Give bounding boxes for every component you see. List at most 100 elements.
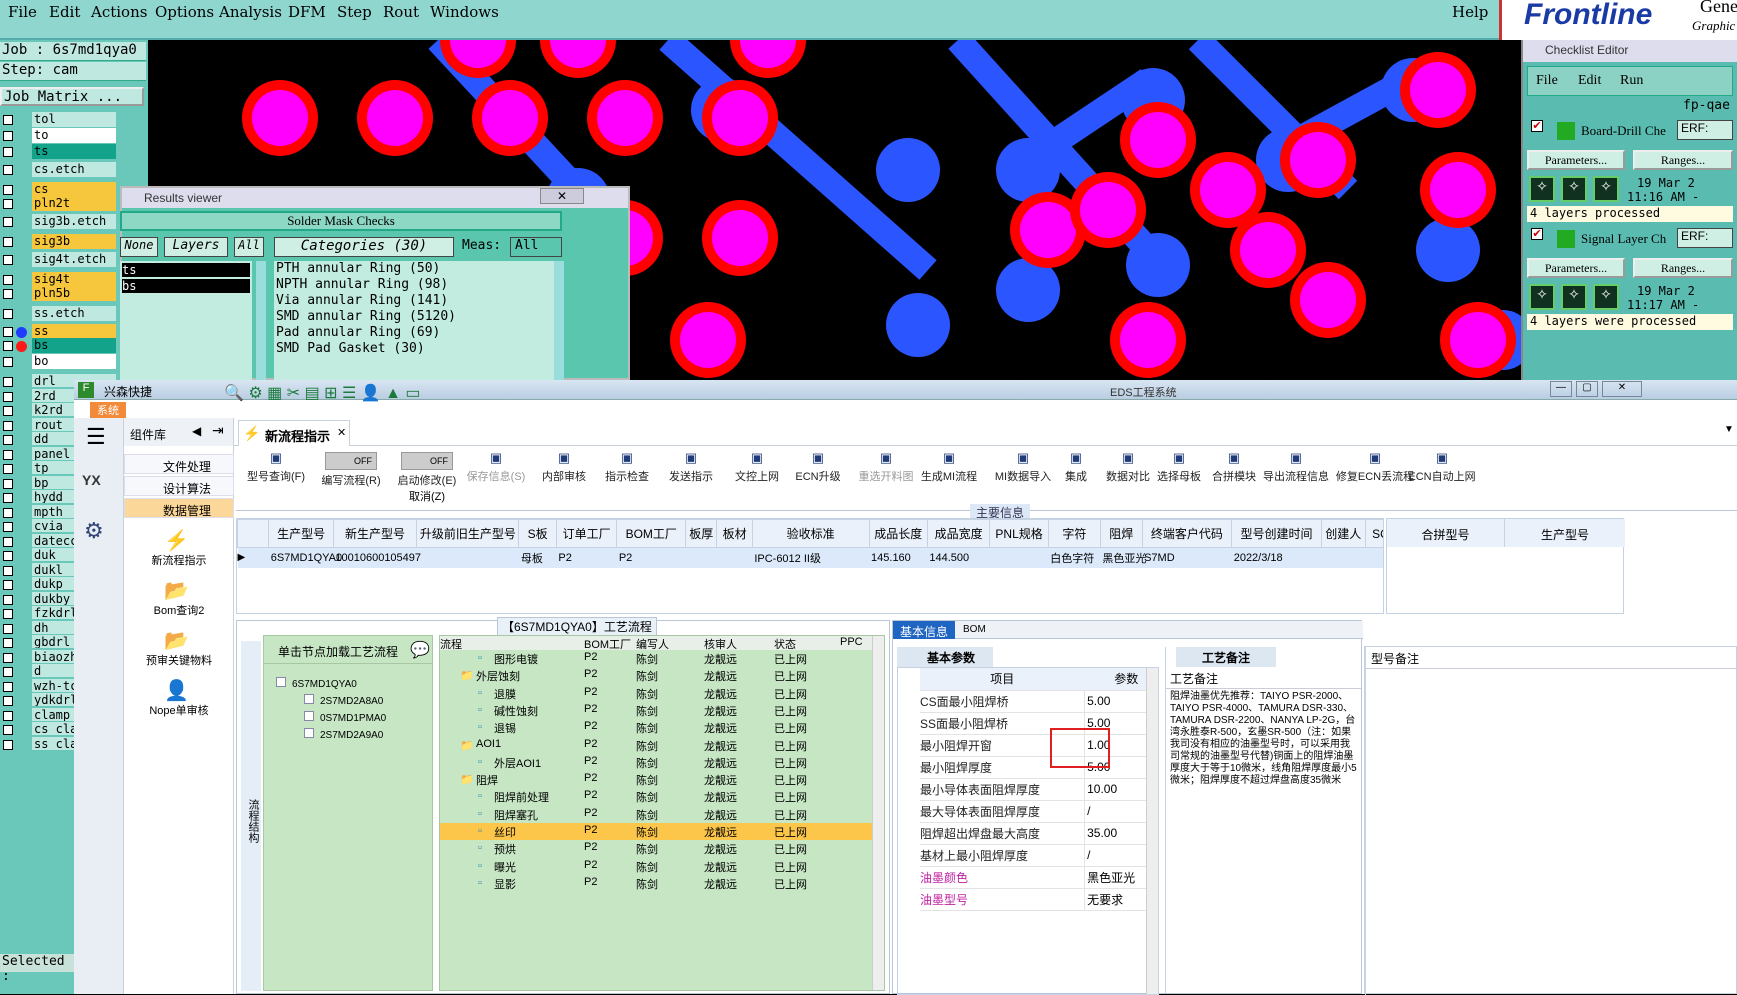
grid-cell[interactable]: S7MD <box>1142 548 1232 568</box>
param-row[interactable]: 最大导体表面阻焊厚度 / <box>920 800 1158 823</box>
layer-name[interactable]: sig3b.etch <box>32 214 116 229</box>
grid-cell[interactable] <box>417 548 519 568</box>
toolbar-button[interactable]: ▣ 集成 <box>1062 446 1090 508</box>
layers-button[interactable]: Layers <box>164 237 228 257</box>
check-category-item[interactable]: PTH annular Ring (50) <box>276 261 554 277</box>
tree-node[interactable]: 2S7MD2A9A0 <box>304 727 383 746</box>
menu-rout[interactable]: Rout <box>383 3 419 21</box>
grid-cell[interactable]: P2 <box>617 548 686 568</box>
layer-checkbox[interactable] <box>3 289 13 299</box>
checklist-item-name[interactable]: Board-Drill Che <box>1581 123 1681 139</box>
layer-checkbox[interactable] <box>3 357 13 367</box>
grid-cell[interactable] <box>686 548 717 568</box>
menu-windows[interactable]: Windows <box>430 3 499 21</box>
layer-name[interactable]: sig3b <box>32 234 116 249</box>
layer-checkbox[interactable] <box>3 623 13 634</box>
process-row[interactable]: ▫ 阻焊塞孔 P2 陈剑 龙靓远 已上网 <box>440 806 872 823</box>
layer-checkbox[interactable] <box>3 667 13 677</box>
layer-checkbox[interactable] <box>3 536 13 547</box>
layer-checkbox[interactable] <box>3 652 13 663</box>
layer-name[interactable]: to <box>32 128 116 143</box>
system-menu[interactable]: 系统 <box>90 402 126 418</box>
layer-checkbox[interactable] <box>3 185 13 195</box>
layer-checkbox[interactable] <box>3 309 13 319</box>
process-row[interactable]: ▫ 图形电镀 P2 陈剑 龙靓远 已上网 <box>440 650 872 667</box>
toolbar-button[interactable]: OFF 编写流程(R) <box>314 446 388 508</box>
toolbar-button[interactable]: ▣ ECN自动上网 <box>1406 446 1478 508</box>
layer-checkbox[interactable] <box>3 449 13 460</box>
layer-row[interactable]: tol <box>0 112 148 128</box>
layer-checkbox[interactable] <box>3 681 13 692</box>
menu-help[interactable]: Help <box>1452 3 1488 21</box>
scrollbar[interactable] <box>554 261 564 381</box>
chevron-down-icon[interactable]: ▼ <box>1724 424 1734 435</box>
layer-checkbox[interactable] <box>3 115 13 125</box>
process-note-tab[interactable]: 工艺备注 <box>1176 647 1276 667</box>
grid-cell[interactable]: 6S7MD1QYA0 <box>269 548 342 568</box>
check-category-item[interactable]: SMD Pad Gasket (30) <box>276 341 554 357</box>
pin-icon[interactable]: ⇥ <box>212 422 224 439</box>
check-category-item[interactable]: NPTH annular Ring (98) <box>276 277 554 293</box>
param-row[interactable]: 阻焊超出焊盘最大高度 35.00 <box>920 822 1158 845</box>
layer-checkbox[interactable] <box>3 377 13 387</box>
parameters-button[interactable]: Parameters... <box>1527 258 1625 278</box>
tab-basic-info[interactable]: 基本信息 <box>893 621 955 639</box>
toolbar-button[interactable]: ▣ MI数据导入 <box>988 446 1058 508</box>
toolbar-button[interactable]: ▣ 文控上网 <box>728 446 786 508</box>
layer-checkbox[interactable] <box>3 435 13 445</box>
parameters-button[interactable]: Parameters... <box>1527 150 1625 170</box>
toolbar-button[interactable]: ▣ 合拼模块 <box>1208 446 1260 508</box>
run-icon[interactable]: ✧ <box>1561 284 1587 310</box>
scrollbar[interactable] <box>256 261 266 381</box>
scrollbar[interactable] <box>872 636 884 990</box>
menu-edit[interactable]: Edit <box>49 3 80 21</box>
tree-checkbox[interactable] <box>304 728 314 738</box>
layer-checkbox[interactable] <box>3 237 13 247</box>
layer-checkbox[interactable] <box>3 551 13 561</box>
layer-checkbox[interactable] <box>3 275 13 285</box>
layer-checkbox[interactable] <box>3 147 13 157</box>
layer-checkbox[interactable] <box>3 609 13 619</box>
process-row[interactable]: 📁 外层蚀刻 P2 陈剑 龙靓远 已上网 <box>440 667 872 684</box>
check-category-item[interactable]: Pad annular Ring (69) <box>276 325 554 341</box>
toggle-switch[interactable]: OFF <box>325 452 377 470</box>
param-row[interactable]: 油墨颜色 黑色亚光 <box>920 866 1158 889</box>
layer-checkbox[interactable] <box>3 420 13 431</box>
toggle-switch[interactable]: OFF <box>401 452 453 470</box>
param-row[interactable]: 最小阻焊厚度 5.00 <box>920 756 1158 779</box>
sidenav-item[interactable]: 文件处理 <box>124 454 234 474</box>
grid-cell[interactable]: 黑色亚光 <box>1100 548 1146 568</box>
menu-file[interactable]: File <box>8 3 37 21</box>
run-icon[interactable]: ✧ <box>1529 176 1555 202</box>
sidenav-item[interactable]: 数据管理 <box>124 498 234 518</box>
layer-checkbox[interactable] <box>3 580 13 590</box>
layer-name[interactable]: pln5b <box>32 286 116 301</box>
layer-name[interactable]: pln2t <box>32 196 116 211</box>
categories-button[interactable]: Categories (30) <box>274 237 454 257</box>
process-row[interactable]: ▫ 阻焊前处理 P2 陈剑 龙靓远 已上网 <box>440 788 872 805</box>
process-row[interactable]: ▫ 预烘 P2 陈剑 龙靓远 已上网 <box>440 840 872 857</box>
layer-checkbox[interactable] <box>3 406 13 416</box>
module-item[interactable]: 预审关键物料 <box>124 652 234 668</box>
tree-checkbox[interactable] <box>276 677 286 687</box>
checklist-menu-run[interactable]: Run <box>1620 73 1643 89</box>
run-icon[interactable]: ✧ <box>1593 284 1619 310</box>
param-row[interactable]: SS面最小阻焊桥 5.00 <box>920 712 1158 735</box>
basic-params-tab[interactable]: 基本参数 <box>897 647 993 667</box>
process-row[interactable]: ▫ 碱性蚀刻 P2 陈剑 龙靓远 已上网 <box>440 702 872 719</box>
tab-new-flow[interactable]: 新流程指示 <box>265 426 330 445</box>
ranges-button[interactable]: Ranges... <box>1633 258 1733 278</box>
param-row[interactable]: 最小阻焊开窗 1.00 <box>920 734 1158 757</box>
layer-checkbox[interactable] <box>3 522 13 532</box>
param-row[interactable]: CS面最小阻焊桥 5.00 <box>920 690 1158 713</box>
layer-checkbox[interactable] <box>3 507 13 518</box>
toolbar-button[interactable]: ▣ 选择母板 <box>1152 446 1206 508</box>
toolbar-button[interactable]: ▣ 导出流程信息 <box>1262 446 1330 508</box>
run-icon[interactable]: ✧ <box>1593 176 1619 202</box>
param-row[interactable]: 最小导体表面阻焊厚度 10.00 <box>920 778 1158 801</box>
layer-name[interactable]: tol <box>32 112 116 127</box>
param-row[interactable]: 基材上最小阻焊厚度 / <box>920 844 1158 867</box>
menu-analysis[interactable]: Analysis <box>219 3 282 21</box>
close-icon[interactable]: ✕ <box>540 188 584 204</box>
layer-checkbox[interactable] <box>3 464 13 474</box>
